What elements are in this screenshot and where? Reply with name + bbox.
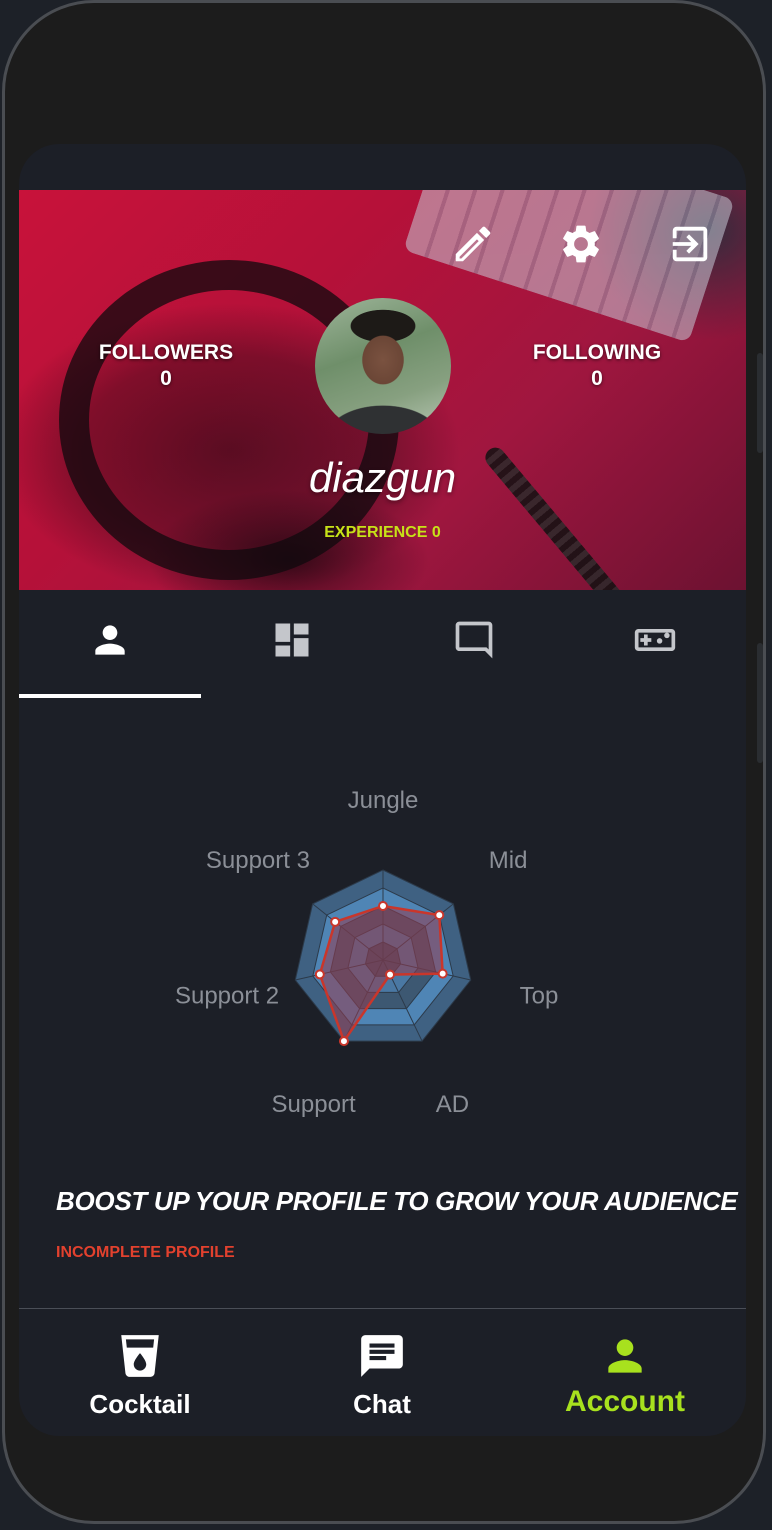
nav-chat[interactable]: Chat [261,1309,503,1436]
radar-svg: Jungle Mid Top AD Support Support 2 Support 3 [175,787,559,1118]
radar-point [338,1036,349,1047]
radar-axis-label: Jungle [348,787,419,814]
tab-messages[interactable] [383,590,565,700]
radar-point [385,969,396,980]
tab-games[interactable] [564,590,746,700]
account-icon [608,1339,642,1373]
radar-point [330,916,341,927]
cocktail-icon [121,1335,159,1377]
nav-cocktail[interactable]: Cocktail [19,1309,261,1436]
chat-bubble-icon [455,621,493,659]
role-radar-chart: Jungle Mid Top AD Support Support 2 Support 3 [19,784,746,1124]
radar-point [378,901,388,911]
following-stat[interactable]: FOLLOWING 0 [507,340,687,392]
radar-axis-label: Support 2 [175,983,279,1010]
tab-profile[interactable] [19,590,201,700]
following-label: FOLLOWING [532,341,662,364]
chat-icon [361,1335,403,1377]
logout-icon[interactable] [667,221,713,267]
tab-dashboard[interactable] [201,590,383,700]
dashboard-icon [275,623,309,657]
app-screen: FOLLOWERS 0 FOLLOWING 0 diazgun EXPERIEN… [19,144,746,1436]
following-count: 0 [591,367,603,390]
bottom-nav: Cocktail Chat Account [19,1309,746,1436]
radar-axis-label: Support 3 [206,847,310,874]
profile-tabs [19,590,746,700]
settings-icon[interactable] [558,221,604,267]
followers-stat[interactable]: FOLLOWERS 0 [76,340,256,392]
volume-button [757,353,763,453]
followers-label: FOLLOWERS [98,341,234,364]
gamepad-icon [634,629,676,651]
radar-axis-label: AD [436,1091,469,1118]
person-icon [95,625,125,655]
avatar[interactable] [315,298,451,434]
radar-axis-label: Mid [489,847,528,874]
nav-label-account: Account [565,1385,685,1418]
radar-point [314,969,325,980]
power-button [757,643,763,763]
nav-account[interactable]: Account [504,1309,746,1436]
boost-profile-title: BOOST UP YOUR PROFILE TO GROW YOUR AUDIE… [56,1186,738,1216]
nav-label-cocktail: Cocktail [89,1389,191,1419]
experience-label: EXPERIENCE 0 [324,524,441,541]
radar-axis-label: Top [520,983,559,1010]
nav-label-chat: Chat [353,1389,411,1419]
followers-count: 0 [160,367,172,390]
radar-point [434,910,445,921]
tab-active-indicator [19,694,201,698]
edit-icon[interactable] [450,221,496,267]
radar-axis-label: Support [272,1091,356,1118]
profile-status[interactable]: INCOMPLETE PROFILE [56,1244,235,1262]
radar-point [437,968,448,979]
username: diazgun [308,454,457,501]
profile-header: FOLLOWERS 0 FOLLOWING 0 diazgun EXPERIEN… [19,190,746,590]
